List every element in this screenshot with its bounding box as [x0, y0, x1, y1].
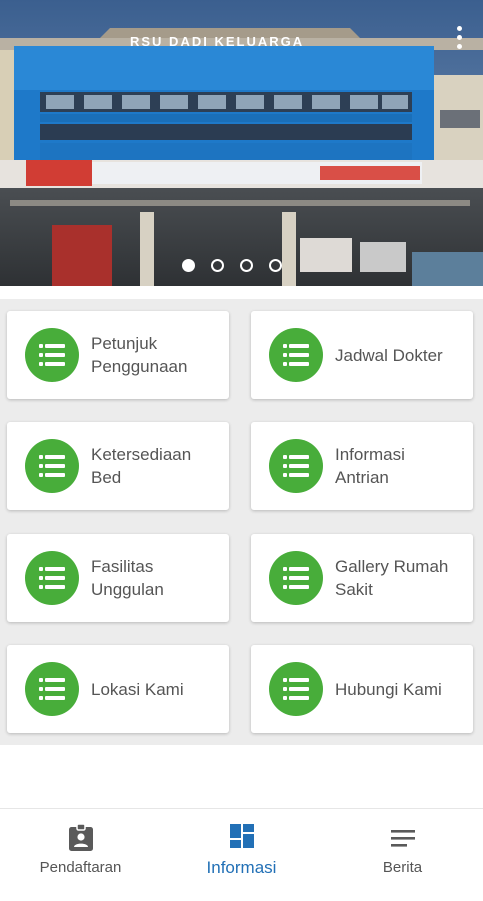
menu-card-label: Informasi Antrian	[335, 445, 405, 487]
nav-tab-berita[interactable]: Berita	[322, 809, 483, 901]
nav-label: Berita	[382, 859, 423, 876]
list-icon	[269, 551, 323, 605]
list-icon	[269, 439, 323, 493]
list-icon	[269, 328, 323, 382]
menu-grid: Petunjuk Penggunaan Jadwal Dokter Keters…	[0, 299, 483, 745]
menu-card-label: Jadwal Dokter	[335, 345, 443, 365]
menu-card-lokasi-kami[interactable]: Lokasi Kami	[7, 645, 229, 733]
menu-card-fasilitas-unggulan[interactable]: Fasilitas Unggulan	[7, 534, 229, 622]
hero-banner[interactable]: RSU DADI KELUARGA	[0, 0, 483, 286]
list-icon	[25, 551, 79, 605]
menu-card-label: Ketersediaan Bed	[91, 445, 192, 487]
menu-card-ketersediaan-bed[interactable]: Ketersediaan Bed	[7, 422, 229, 510]
more-dot-icon	[456, 25, 462, 31]
menu-card-label: Lokasi Kami	[91, 679, 184, 699]
bottom-navigation: Pendaftaran Informasi Berita	[0, 808, 483, 900]
carousel-dot-2[interactable]	[211, 259, 224, 272]
carousel-dot-3[interactable]	[240, 259, 253, 272]
id-badge-icon	[67, 823, 95, 858]
list-icon	[269, 662, 323, 716]
menu-card-label: Hubungi Kami	[335, 679, 442, 699]
menu-card-hubungi-kami[interactable]: Hubungi Kami	[251, 645, 473, 733]
menu-card-gallery-rumah-sakit[interactable]: Gallery Rumah Sakit	[251, 534, 473, 622]
carousel-dot-4[interactable]	[269, 259, 282, 272]
nav-label: Informasi	[206, 858, 277, 877]
dashboard-icon	[229, 823, 255, 854]
nav-tab-pendaftaran[interactable]: Pendaftaran	[0, 809, 161, 901]
menu-card-label: Petunjuk Penggunaan	[91, 334, 188, 376]
menu-card-informasi-antrian[interactable]: Informasi Antrian	[251, 422, 473, 510]
more-dot-icon	[456, 34, 462, 40]
carousel-dot-1[interactable]	[182, 259, 195, 272]
menu-lines-icon	[390, 829, 416, 854]
nav-label: Pendaftaran	[39, 859, 122, 876]
hospital-building-photo: RSU DADI KELUARGA	[0, 0, 483, 286]
more-options-button[interactable]	[449, 22, 469, 52]
nav-tab-informasi[interactable]: Informasi	[161, 809, 322, 901]
menu-card-jadwal-dokter[interactable]: Jadwal Dokter	[251, 311, 473, 399]
menu-card-label: Fasilitas Unggulan	[91, 557, 164, 599]
carousel-indicator	[182, 259, 282, 272]
more-dot-icon	[456, 43, 462, 49]
menu-card-label: Gallery Rumah Sakit	[335, 557, 449, 599]
menu-card-petunjuk-penggunaan[interactable]: Petunjuk Penggunaan	[7, 311, 229, 399]
building-sign: RSU DADI KELUARGA	[130, 34, 304, 49]
list-icon	[25, 328, 79, 382]
list-icon	[25, 439, 79, 493]
list-icon	[25, 662, 79, 716]
